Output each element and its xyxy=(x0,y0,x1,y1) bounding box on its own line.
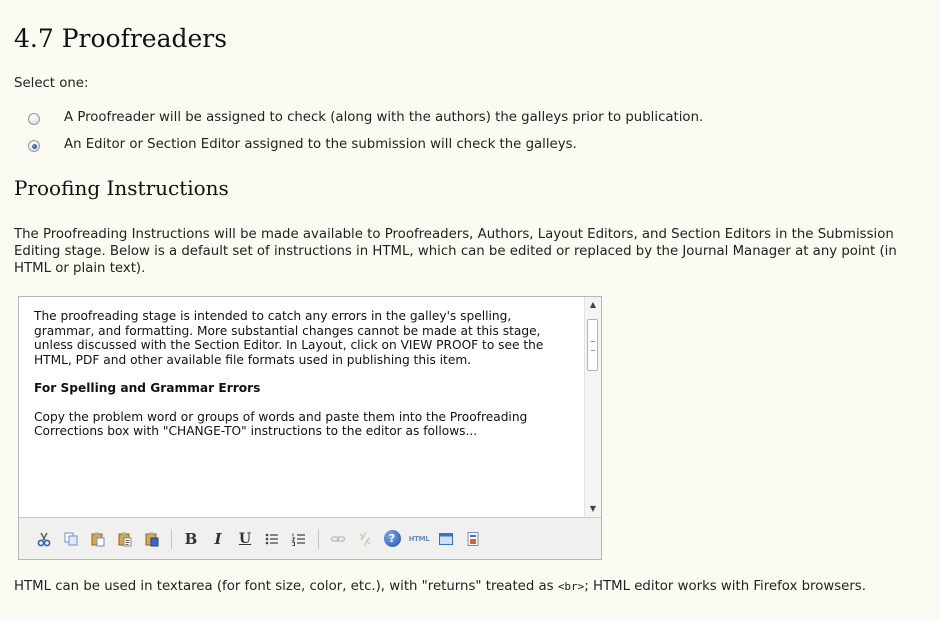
toolbar-separator xyxy=(171,528,172,549)
link-icon[interactable] xyxy=(327,528,349,550)
footer-text: ; HTML editor works with Firefox browser… xyxy=(584,579,866,594)
toolbar-separator xyxy=(318,528,319,549)
editor-paragraph: Copy the problem word or groups of words… xyxy=(34,409,528,439)
option-editor-checks[interactable]: An Editor or Section Editor assigned to … xyxy=(28,136,577,152)
proofing-instructions-description: The Proofreading Instructions will be ma… xyxy=(14,227,897,276)
italic-icon[interactable]: I xyxy=(207,528,229,550)
editor-content[interactable]: The proofreading stage is intended to ca… xyxy=(19,297,586,517)
radio-proofreader-assigned[interactable] xyxy=(28,113,40,125)
paste-word-icon[interactable] xyxy=(141,528,163,550)
scroll-thumb[interactable] xyxy=(587,319,598,371)
help-icon[interactable]: ? xyxy=(381,528,403,550)
editor-paragraph: The proofreading stage is intended to ca… xyxy=(34,309,544,367)
bold-icon[interactable]: B xyxy=(180,528,202,550)
underline-icon[interactable]: U xyxy=(234,528,256,550)
insert-file-icon[interactable] xyxy=(462,528,484,550)
unlink-icon[interactable] xyxy=(354,528,376,550)
option-label: An Editor or Section Editor assigned to … xyxy=(64,136,577,152)
scroll-down-arrow-icon[interactable]: ▼ xyxy=(585,501,601,517)
cut-icon[interactable] xyxy=(33,528,55,550)
br-code: <br> xyxy=(557,580,585,593)
option-label: A Proofreader will be assigned to check … xyxy=(64,109,704,125)
editor-scrollbar[interactable]: ▲ ▼ xyxy=(584,297,601,517)
paste-icon[interactable] xyxy=(87,528,109,550)
numbered-list-icon[interactable] xyxy=(288,528,310,550)
bullet-list-icon[interactable] xyxy=(261,528,283,550)
option-proofreader-assigned[interactable]: A Proofreader will be assigned to check … xyxy=(28,109,703,125)
proofing-instructions-title: Proofing Instructions xyxy=(14,176,229,200)
radio-editor-checks[interactable] xyxy=(28,140,40,152)
select-one-label: Select one: xyxy=(14,76,89,91)
footer-text: HTML can be used in textarea (for font s… xyxy=(14,579,558,594)
section-title: 4.7 Proofreaders xyxy=(14,24,228,53)
editor-toolbar: B I U ? HTML xyxy=(19,517,601,559)
proofing-instructions-editor[interactable]: The proofreading stage is intended to ca… xyxy=(18,296,602,560)
copy-icon[interactable] xyxy=(60,528,82,550)
help-glyph: ? xyxy=(383,530,401,547)
html-source-icon[interactable]: HTML xyxy=(408,528,430,550)
html-usage-note: HTML can be used in textarea (for font s… xyxy=(14,578,934,595)
paste-text-icon[interactable] xyxy=(114,528,136,550)
editor-heading: For Spelling and Grammar Errors xyxy=(34,381,261,395)
fullscreen-icon[interactable] xyxy=(435,528,457,550)
scroll-up-arrow-icon[interactable]: ▲ xyxy=(585,297,601,313)
